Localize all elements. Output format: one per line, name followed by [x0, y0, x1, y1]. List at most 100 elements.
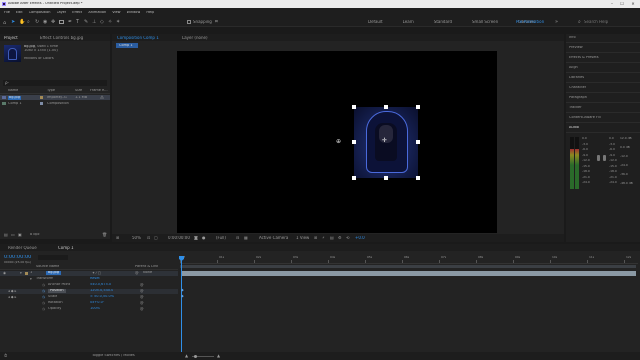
- transform-handle[interactable]: [352, 105, 356, 109]
- brush-tool-icon[interactable]: ✎: [84, 19, 88, 25]
- transform-handle[interactable]: [384, 176, 388, 180]
- panel-header-audio[interactable]: Audio: [569, 126, 579, 130]
- transform-handle[interactable]: [416, 105, 420, 109]
- tab-render-queue[interactable]: Render Queue: [8, 246, 37, 250]
- column-size[interactable]: Size: [75, 89, 82, 93]
- menu-help[interactable]: Help: [146, 11, 154, 15]
- roto-brush-tool-icon[interactable]: ✧: [108, 19, 112, 25]
- help-search-input[interactable]: Search Help: [584, 20, 608, 24]
- interpret-footage-icon[interactable]: ▤: [4, 232, 8, 237]
- panel-header-align[interactable]: Align: [569, 66, 578, 70]
- audio-fader-right[interactable]: [603, 155, 606, 161]
- stopwatch-icon[interactable]: ◷: [42, 289, 45, 293]
- keyframe-navigator-icon[interactable]: ◂ ◆ ▸: [8, 289, 16, 293]
- snapping-checkbox[interactable]: [187, 20, 191, 24]
- zoom-dropdown[interactable]: 50%: [132, 236, 141, 240]
- snap-options-icon[interactable]: ⌗: [215, 19, 218, 25]
- property-row-opacity[interactable]: ◷ Opacity 100% @: [0, 307, 178, 312]
- layer-name[interactable]: bg.jpg: [46, 271, 61, 275]
- menu-layer[interactable]: Layer: [57, 11, 67, 15]
- resolution-dropdown[interactable]: (Full): [216, 236, 226, 240]
- pickwhip-icon[interactable]: @: [135, 271, 139, 275]
- menu-view[interactable]: View: [112, 11, 120, 15]
- transform-group-row[interactable]: ▾ Transform Reset: [0, 277, 178, 282]
- timeline-timecode[interactable]: 0:00:00:00: [4, 255, 31, 260]
- property-pickwhip-icon[interactable]: @: [140, 295, 144, 299]
- column-frame-rate[interactable]: Frame R...: [90, 89, 108, 93]
- property-row-scale[interactable]: ◷ Scale ∞ 50.0,50.0% @ ◂ ◆ ▸: [0, 295, 178, 300]
- workspace-menu-icon[interactable]: »: [555, 19, 558, 25]
- stopwatch-icon[interactable]: ◷: [42, 295, 45, 299]
- toggle-switches-modes[interactable]: Toggle Switches / Modes: [92, 354, 135, 358]
- anchor-point-icon[interactable]: ⊕: [336, 138, 341, 145]
- time-ruler[interactable]: 0f01s02s03s04s05s06s07s08s09s10s11s12s: [180, 256, 638, 264]
- property-pickwhip-icon[interactable]: @: [140, 307, 144, 311]
- panel-header-content-aware-fill[interactable]: Content-Aware Fill: [569, 116, 601, 120]
- workspace-standard[interactable]: Standard: [434, 20, 452, 24]
- maximize-button[interactable]: ☐: [618, 1, 626, 7]
- menu-effect[interactable]: Effect: [72, 11, 82, 15]
- camera-dropdown[interactable]: Active Camera: [259, 236, 288, 240]
- close-button[interactable]: ✕: [629, 1, 637, 7]
- panel-header-info[interactable]: Info: [569, 36, 576, 40]
- property-pickwhip-icon[interactable]: @: [140, 289, 144, 293]
- panel-header-preview[interactable]: Preview: [569, 46, 583, 50]
- new-comp-icon[interactable]: ▣: [18, 232, 22, 237]
- property-row-rotation[interactable]: ◷ Rotation 0x+0.0° @: [0, 301, 178, 306]
- menu-animation[interactable]: Animation: [88, 11, 106, 15]
- panel-header-libraries[interactable]: Libraries: [569, 76, 584, 80]
- property-value[interactable]: 100%: [90, 307, 100, 311]
- new-folder-icon[interactable]: ▭: [11, 232, 15, 237]
- parent-dropdown[interactable]: None: [143, 271, 152, 275]
- selection-tool-icon[interactable]: ➤: [11, 19, 15, 25]
- workspace-learn[interactable]: Learn: [403, 20, 414, 24]
- bpc-indicator[interactable]: 8 bpc: [30, 233, 40, 237]
- workspace-active[interactable]: Pre-Animation: [516, 20, 544, 24]
- audio-fader-left[interactable]: [597, 155, 600, 161]
- pan-behind-tool-icon[interactable]: ✥: [51, 19, 55, 25]
- menu-composition[interactable]: Composition: [29, 11, 51, 15]
- tab-layer[interactable]: Layer (none): [182, 36, 208, 40]
- transform-handle[interactable]: [416, 176, 420, 180]
- transform-handle[interactable]: [352, 140, 356, 144]
- visibility-eye-icon[interactable]: ◉: [3, 271, 6, 275]
- always-preview-icon[interactable]: ⊞: [116, 235, 119, 240]
- toggle-pixel-aspect-icon[interactable]: ⊞: [314, 235, 317, 240]
- mask-icon[interactable]: ▢: [154, 235, 158, 240]
- panel-header-effects-presets[interactable]: Effects & Presets: [569, 56, 599, 60]
- column-name[interactable]: Name: [8, 89, 18, 93]
- stopwatch-icon[interactable]: ◷: [42, 283, 45, 287]
- region-of-interest-icon[interactable]: ⊟: [236, 235, 239, 240]
- timeline-zoom-slider[interactable]: [192, 355, 214, 358]
- property-value[interactable]: 540.0,675.0: [90, 283, 111, 287]
- panel-header-paragraph[interactable]: Paragraph: [569, 96, 587, 100]
- hand-tool-icon[interactable]: ✋: [19, 19, 25, 25]
- stopwatch-icon[interactable]: ◷: [42, 307, 45, 311]
- search-icon[interactable]: ⌕: [578, 19, 581, 25]
- pen-tool-icon[interactable]: ✒: [68, 19, 72, 25]
- layer-duration-bar[interactable]: [182, 271, 636, 276]
- snapshot-icon[interactable]: ◙: [194, 235, 198, 240]
- timeline-icon[interactable]: ▤: [330, 235, 334, 240]
- menu-file[interactable]: File: [4, 11, 10, 15]
- grid-icon[interactable]: ⊡: [147, 235, 150, 240]
- reset-link[interactable]: Reset: [90, 277, 100, 281]
- reset-exposure-icon[interactable]: ⟲: [346, 235, 349, 240]
- workspace-small-screen[interactable]: Small Screen: [472, 20, 498, 24]
- project-search-field[interactable]: ρ-: [3, 80, 107, 86]
- panel-header-character[interactable]: Character: [569, 86, 586, 90]
- property-value[interactable]: 0x+0.0°: [90, 301, 105, 305]
- view-layout-dropdown[interactable]: 1 View: [296, 236, 309, 240]
- tab-composition[interactable]: Composition Comp 1: [117, 36, 159, 40]
- expand-chevron-icon[interactable]: ▾: [30, 277, 32, 281]
- zoom-in-icon[interactable]: ▲: [217, 353, 220, 358]
- property-pickwhip-icon[interactable]: @: [140, 301, 144, 305]
- fast-preview-icon[interactable]: ⚡: [322, 235, 325, 240]
- transform-handle[interactable]: [352, 176, 356, 180]
- column-source-name[interactable]: Source Name: [36, 265, 59, 269]
- list-item[interactable]: Comp 1 Composition: [0, 101, 110, 106]
- menu-edit[interactable]: Edit: [16, 11, 23, 15]
- type-tool-icon[interactable]: T: [76, 19, 79, 25]
- keyframe-navigator-icon[interactable]: ◂ ◆ ▸: [8, 295, 16, 299]
- clone-stamp-tool-icon[interactable]: ⊥: [92, 19, 96, 25]
